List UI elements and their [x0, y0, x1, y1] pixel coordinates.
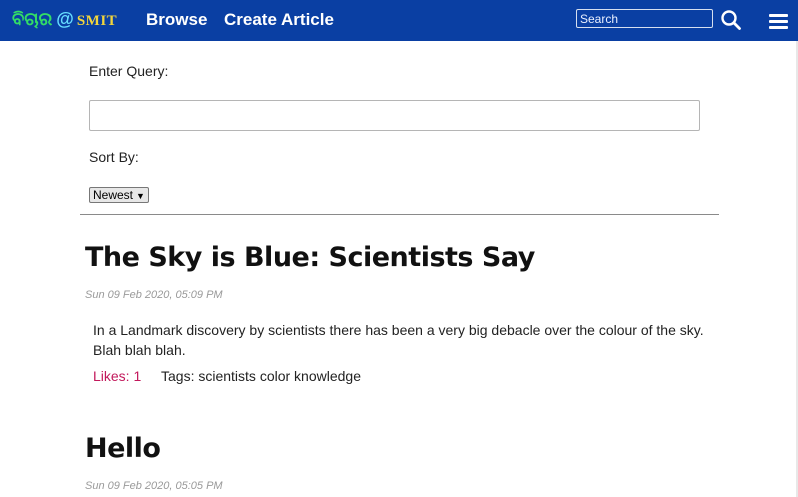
brand-word: ବିଚାର [12, 9, 53, 30]
nav-create-article-link[interactable]: Create Article [224, 10, 334, 30]
site-logo[interactable]: ବିଚାର @ SMIT [12, 9, 117, 30]
likes-count: 1 [133, 368, 142, 384]
article-date: Sun 09 Feb 2020, 05:05 PM [85, 480, 223, 492]
menu-button[interactable] [768, 12, 790, 30]
article-title[interactable]: The Sky is Blue: Scientists Say [85, 242, 535, 273]
brand-at: @ [56, 9, 74, 29]
search-input[interactable] [576, 9, 713, 28]
likes-label: Likes: [93, 368, 130, 384]
top-navbar: ବିଚାର @ SMIT Browse Create Article [0, 0, 798, 41]
sort-label: Sort By: [89, 149, 139, 165]
search-button[interactable] [720, 9, 742, 31]
hamburger-menu-icon [769, 14, 788, 29]
article-date: Sun 09 Feb 2020, 05:09 PM [85, 289, 223, 301]
article-body: In a Landmark discovery by scientists th… [93, 322, 704, 358]
tags-label: Tags: [161, 368, 195, 384]
search-icon [721, 10, 741, 30]
tags-list: scientists color knowledge [198, 368, 361, 384]
dropdown-arrow-icon: ▼ [136, 191, 145, 201]
sort-select[interactable]: Newest ▼ [89, 187, 149, 203]
brand-org: SMIT [76, 13, 118, 29]
article-tags: Tags: scientists color knowledge [161, 368, 361, 384]
sort-selected-value: Newest [93, 188, 134, 202]
likes-button[interactable]: Likes: 1 [93, 368, 141, 384]
nav-browse-link[interactable]: Browse [146, 10, 207, 30]
filter-divider [80, 214, 719, 215]
query-input[interactable] [89, 100, 700, 131]
article-title[interactable]: Hello [85, 433, 161, 464]
query-label: Enter Query: [89, 63, 169, 79]
